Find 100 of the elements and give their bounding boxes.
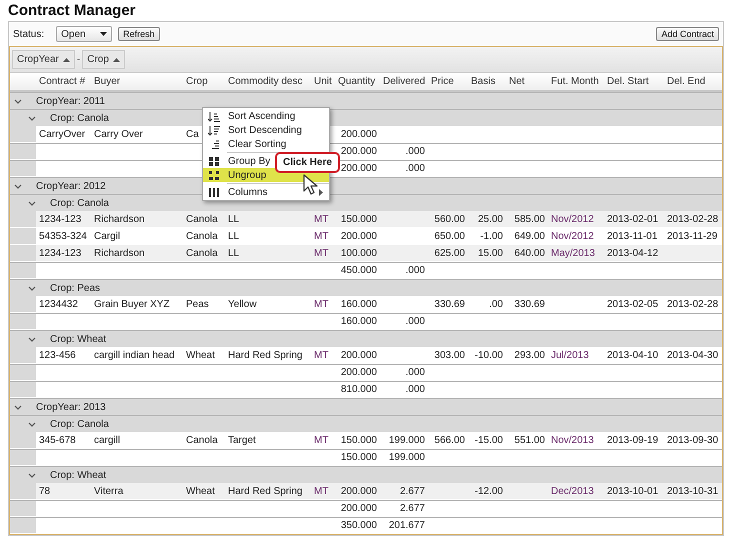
group-chip[interactable]: Crop [82,50,125,69]
table-cell: 625.00 [434,248,465,258]
sort-descending-icon [208,124,220,136]
table-cell: .000 [406,146,425,157]
table-cell: 15.00 [478,248,503,258]
chevron-icon[interactable] [28,472,36,478]
indent-cell [10,501,36,516]
table-cell: .000 [406,367,425,378]
menu-item[interactable]: Sort Descending [203,123,329,137]
columns-icon [208,186,220,198]
table-cell: 150.000 [340,452,377,463]
column-header[interactable]: Unit [314,76,332,87]
table-cell: 2013-11-29 [667,230,718,242]
group-header: CropYear: 2013 [36,402,106,412]
table-cell: Canola [186,434,218,446]
table-row[interactable]: 78 Viterra Wheat Hard Red Spring MT 200.000 2.677 -12.00 Dec/2013 2013-10-01 2013-10-31 [10,483,722,500]
column-header[interactable]: Net [509,76,525,87]
column-header[interactable]: Del. End [667,76,706,87]
table-cell: 640.00 [514,248,545,258]
callout-tooltip: Click Here [275,152,340,173]
column-header[interactable]: Contract # [39,76,86,87]
table-cell: Hard Red Spring [228,350,302,360]
table-cell: 160.000 [340,316,377,327]
column-header[interactable]: Quantity [338,76,376,87]
column-header[interactable]: Crop [186,76,208,87]
indent-cell [10,245,36,261]
indent-cell [10,228,36,244]
table-cell: MT [314,434,328,446]
table-cell: Richardson [94,214,145,224]
table-cell: Wheat [186,486,215,496]
chevron-icon[interactable] [14,404,22,410]
group-header: Crop: Wheat [50,334,106,344]
chevron-icon[interactable] [28,336,36,342]
table-cell: MT [314,248,328,258]
table-cell: May/2013 [551,248,595,258]
group-chip[interactable]: CropYear [12,50,75,69]
table-cell: -1.00 [480,230,503,242]
table-cell: 200.000 [340,146,377,157]
table-row[interactable]: 1234-123 Richardson Canola LL MT 150.000 560.00 25.00 585.00 Nov/2012 2013-02-01 2013-02-28 [10,211,722,228]
table-cell: Grain Buyer XYZ [94,298,170,310]
grid-icon [208,170,220,180]
table-cell: 2013-04-30 [667,350,718,360]
dropdown-caret-icon [100,32,108,36]
column-header[interactable]: Delivered [383,76,426,87]
chevron-icon[interactable] [14,98,22,104]
table-cell: 330.69 [434,298,465,310]
table-cell: 54353-324 [39,230,87,242]
table-cell: 200.000 [340,230,377,242]
table-cell: 2013-02-05 [607,298,658,310]
table-cell: -15.00 [474,434,503,446]
table-cell: MT [314,214,328,224]
table-cell: 2013-02-28 [667,298,718,310]
add-contract-button[interactable]: Add Contract [656,27,719,41]
table-cell: CarryOver [39,128,86,140]
table-cell: Peas [186,298,209,310]
menu-item[interactable]: Sort Ascending [203,109,329,123]
column-header[interactable]: Fut. Month [551,76,599,87]
refresh-button[interactable]: Refresh [118,27,160,41]
indent-cell [10,144,36,159]
table-cell: 100.000 [340,248,377,258]
table-cell: 78 [39,486,50,496]
status-label: Status: [13,28,44,40]
table-cell: Nov/2013 [551,434,594,446]
table-row[interactable]: 1234-123 Richardson Canola LL MT 100.000 625.00 15.00 640.00 May/2013 2013-04-12 [10,245,722,262]
chevron-icon[interactable] [28,200,36,206]
table-cell: 150.000 [340,214,377,224]
column-header[interactable]: Buyer [94,76,120,87]
table-cell: Jul/2013 [551,350,589,360]
table-cell: 150.000 [340,434,377,446]
page-title: Contract Manager [8,1,137,21]
chevron-icon[interactable] [28,286,36,290]
table-cell: 200.000 [340,486,377,496]
chevron-icon[interactable] [28,422,36,426]
column-header[interactable]: Price [431,76,454,87]
grid-icon [208,156,220,166]
table-cell: Ca [186,128,199,140]
table-cell: 330.69 [514,298,545,310]
table-cell: Nov/2012 [551,214,594,224]
table-cell: 200.000 [340,350,377,360]
menu-item[interactable]: Columns [203,185,329,199]
table-cell: 2013-10-31 [667,486,718,496]
table-cell: Canola [186,214,218,224]
chevron-icon[interactable] [28,116,36,120]
table-cell: 585.00 [514,214,545,224]
table-cell: Yellow [228,298,257,310]
column-header[interactable]: Del. Start [607,76,649,87]
column-header[interactable]: Basis [471,76,496,87]
table-cell: 2013-02-01 [607,214,658,224]
table-cell: 566.00 [434,434,465,446]
column-header[interactable]: Commodity desc [228,76,302,87]
table-cell: 450.000 [340,265,377,276]
chevron-icon[interactable] [14,184,22,188]
table-cell: 1234-123 [39,248,82,258]
table-cell: Richardson [94,248,145,258]
table-cell: 2013-04-12 [607,248,658,258]
table-cell: -12.00 [474,486,503,496]
indent-cell [10,365,36,380]
table-cell: .00 [489,298,503,310]
status-dropdown[interactable]: Open [56,26,112,42]
table-cell: LL [228,230,240,242]
